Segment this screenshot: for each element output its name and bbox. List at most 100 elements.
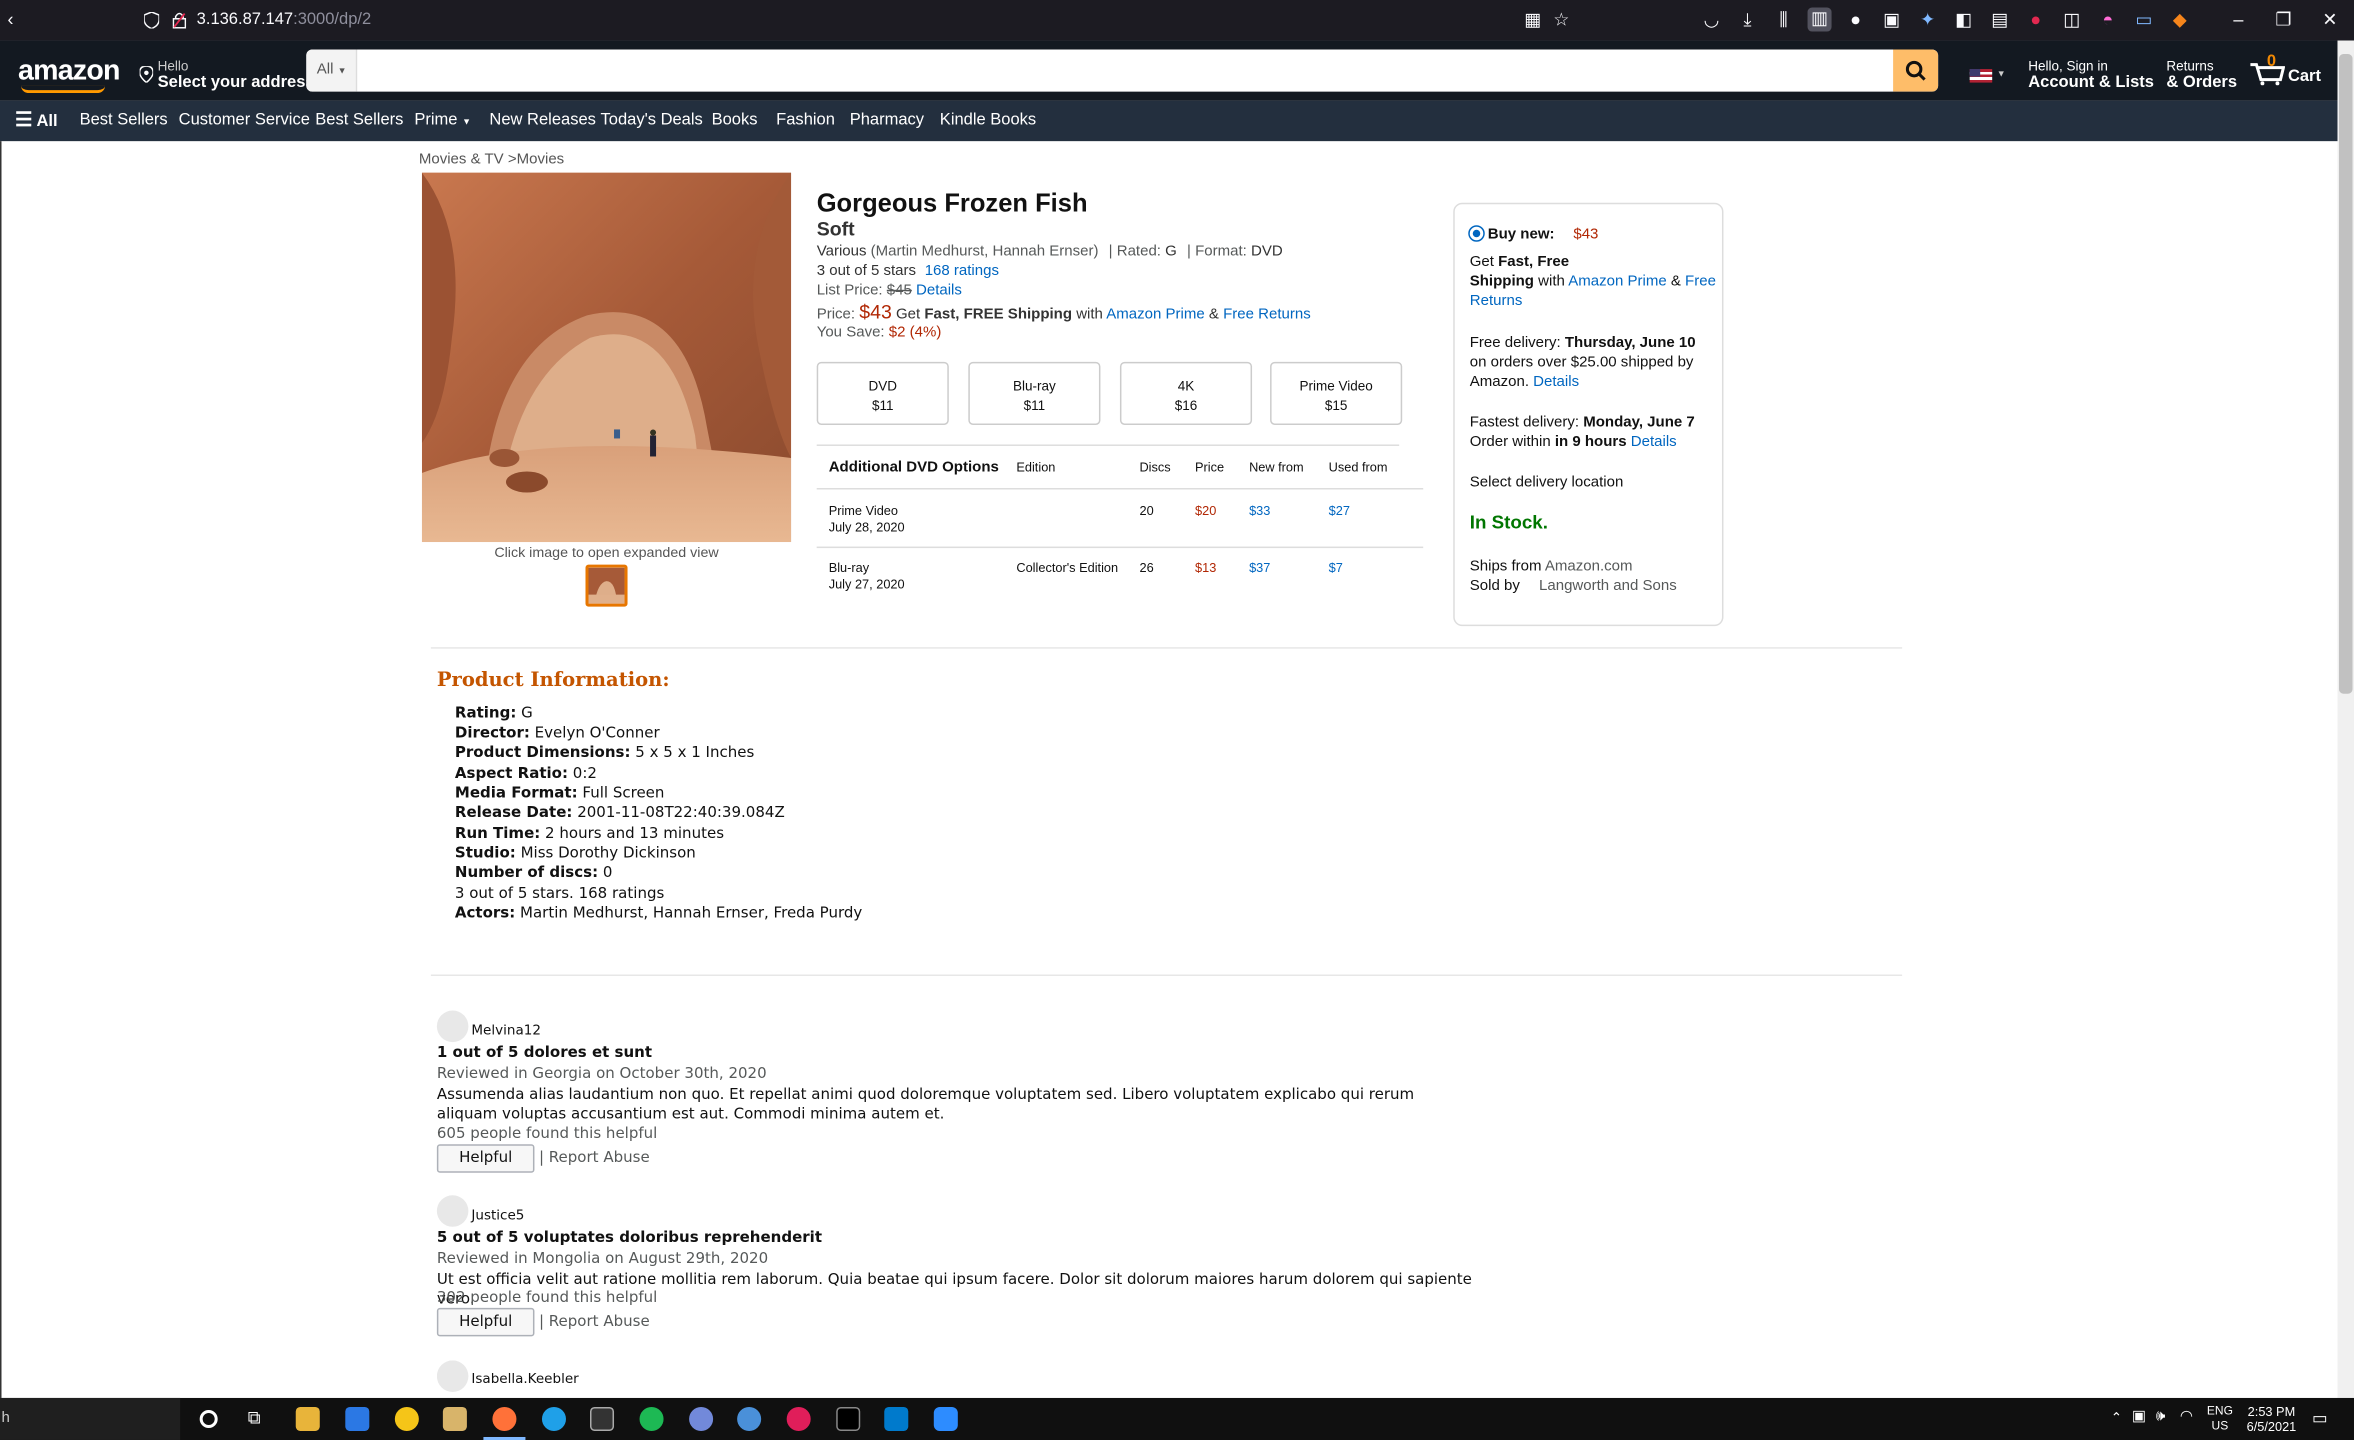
screenshot-icon[interactable]: ◫	[2061, 9, 2082, 30]
app-icon[interactable]	[345, 1406, 370, 1431]
taskbar-search[interactable]: h	[0, 1397, 181, 1440]
search-category-select[interactable]: All ▼	[306, 49, 358, 92]
format-option-prime-video[interactable]: Prime Video $15	[1270, 361, 1403, 425]
amazon-prime-link[interactable]: Amazon Prime	[1106, 306, 1204, 323]
library-icon[interactable]: ⫼	[1773, 9, 1794, 30]
buy-new-radio[interactable]	[1468, 225, 1485, 242]
zoom-icon[interactable]	[933, 1406, 958, 1431]
table-row[interactable]: Prime Video July 28, 2020 20 $20 $33 $27	[817, 490, 1424, 547]
nav-kindle-books[interactable]: Kindle Books	[940, 111, 1036, 129]
sidebar-icon[interactable]: ▥	[1807, 7, 1832, 32]
slack-icon[interactable]	[786, 1406, 811, 1431]
notes-icon[interactable]	[442, 1406, 467, 1431]
restore-icon[interactable]: ❐	[2273, 9, 2294, 30]
window-extension-icon[interactable]: ▭	[2133, 9, 2154, 30]
puzzle-extension-icon[interactable]: ✦	[1917, 9, 1938, 30]
close-icon[interactable]: ✕	[2319, 9, 2340, 30]
format-option-4k[interactable]: 4K $16	[1119, 361, 1253, 425]
select-delivery-location[interactable]: Select delivery location	[1470, 473, 1624, 493]
helpful-button[interactable]: Helpful	[436, 1307, 535, 1337]
helpful-button[interactable]: Helpful	[436, 1144, 535, 1173]
edge-icon[interactable]	[541, 1406, 566, 1431]
shield-icon[interactable]	[144, 12, 160, 29]
tray-app-icon[interactable]: ▣	[2132, 1408, 2146, 1425]
download-icon[interactable]: ⤓	[1737, 9, 1758, 30]
us-flag-icon[interactable]	[1969, 69, 1993, 83]
review-title[interactable]: 5 out of 5 voluptates doloribus reprehen…	[437, 1230, 822, 1247]
breadcrumb[interactable]: Movies & TV >Movies	[419, 152, 564, 169]
bb-amazon-prime-link[interactable]: Amazon Prime	[1568, 273, 1666, 290]
amazon-logo[interactable]: amazon	[18, 56, 120, 89]
pi-value: 5 x 5 x 1 Inches	[635, 744, 755, 762]
report-abuse-link[interactable]: | Report Abuse	[539, 1150, 650, 1167]
report-abuse-link[interactable]: | Report Abuse	[539, 1314, 650, 1331]
avatar	[436, 1195, 469, 1227]
color-extension-icon[interactable]: ◓	[2097, 9, 2118, 30]
notification-icon[interactable]: ▭	[2312, 1408, 2328, 1428]
table-row[interactable]: Blu-ray July 27, 2020 Collector's Editio…	[817, 548, 1424, 605]
pocket-icon[interactable]: ◡	[1701, 9, 1722, 30]
row-used-from[interactable]: $27	[1329, 503, 1350, 518]
product-thumbnail[interactable]	[585, 564, 628, 607]
apps-extension-icon[interactable]: ▤	[1989, 9, 2010, 30]
row-used-from[interactable]: $7	[1329, 560, 1343, 575]
minimize-icon[interactable]: –	[2228, 9, 2249, 30]
app-icon[interactable]	[394, 1406, 419, 1431]
clock-extension-icon[interactable]: ●	[1845, 9, 1866, 30]
nav-prime[interactable]: Prime ▼	[414, 111, 471, 129]
nav-best-sellers[interactable]: Best Sellers	[80, 111, 168, 129]
terminal-icon[interactable]	[590, 1406, 615, 1431]
account-lists[interactable]: Hello, Sign in Account & Lists	[2028, 59, 2154, 92]
language-indicator[interactable]: ENG US	[2207, 1404, 2233, 1434]
nav-books[interactable]: Books	[712, 111, 758, 129]
cart-button[interactable]: 0 Cart	[2249, 53, 2321, 89]
extensions-grid-icon[interactable]: ▦	[1522, 9, 1543, 30]
console-icon[interactable]	[836, 1406, 861, 1431]
nav-new-releases[interactable]: New Releases	[489, 111, 595, 129]
k-extension-icon[interactable]: ◧	[1953, 9, 1974, 30]
format-option-bluray[interactable]: Blu-ray $11	[968, 361, 1101, 425]
app-icon[interactable]	[737, 1406, 762, 1431]
lock-icon[interactable]	[172, 12, 187, 29]
vscode-icon[interactable]	[884, 1406, 909, 1431]
bb-returns-link[interactable]: Returns	[1470, 293, 1523, 310]
ublock-icon[interactable]: ●	[2025, 9, 2046, 30]
search-input[interactable]	[357, 49, 1891, 92]
cortana-icon[interactable]	[199, 1409, 218, 1428]
back-icon[interactable]: ‹	[0, 9, 21, 30]
clock[interactable]: 2:53 PM 6/5/2021	[2246, 1404, 2297, 1434]
nav-pharmacy[interactable]: Pharmacy	[850, 111, 924, 129]
search-button[interactable]	[1893, 49, 1939, 92]
bb-free-link[interactable]: Free	[1685, 273, 1716, 290]
nav-todays-deals[interactable]: Today's Deals	[601, 111, 703, 129]
address-selector[interactable]: Hello Select your address	[158, 59, 315, 92]
scrollbar-thumb[interactable]	[2338, 54, 2353, 694]
nav-fashion[interactable]: Fashion	[776, 111, 835, 129]
reader-extension-icon[interactable]: ▣	[1881, 9, 1902, 30]
free-returns-link[interactable]: Free Returns	[1223, 306, 1311, 323]
details-link[interactable]: Details	[916, 282, 962, 299]
task-view-icon[interactable]: ⧉	[248, 1407, 261, 1430]
all-menu-button[interactable]: ☰ All	[15, 110, 58, 131]
product-main-image[interactable]	[421, 172, 792, 543]
metamask-icon[interactable]: ◆	[2169, 9, 2190, 30]
row-new-from[interactable]: $33	[1249, 503, 1270, 518]
fastest-details-link[interactable]: Details	[1631, 434, 1677, 451]
delivery-details-link[interactable]: Details	[1533, 374, 1579, 391]
returns-orders[interactable]: Returns & Orders	[2166, 59, 2237, 92]
file-explorer-icon[interactable]	[295, 1406, 320, 1431]
spotify-icon[interactable]	[639, 1406, 664, 1431]
bookmark-star-icon[interactable]: ☆	[1551, 9, 1572, 30]
network-icon[interactable]: ◠	[2180, 1408, 2193, 1425]
review-title[interactable]: 1 out of 5 dolores et sunt	[437, 1045, 652, 1062]
tray-chevron-icon[interactable]: ⌃	[2111, 1410, 2122, 1427]
nav-best-sellers-2[interactable]: Best Sellers	[315, 111, 403, 129]
chat-app-icon[interactable]	[689, 1406, 714, 1431]
firefox-icon[interactable]	[492, 1406, 517, 1431]
ratings-link[interactable]: 168 ratings	[925, 263, 999, 280]
nav-customer-service[interactable]: Customer Service	[179, 111, 310, 129]
address-bar[interactable]: 3.136.87.147:3000/dp/2	[197, 11, 372, 29]
volume-icon[interactable]: 🕪	[2156, 1408, 2165, 1425]
format-option-dvd[interactable]: DVD $11	[816, 361, 949, 425]
row-new-from[interactable]: $37	[1249, 560, 1270, 575]
